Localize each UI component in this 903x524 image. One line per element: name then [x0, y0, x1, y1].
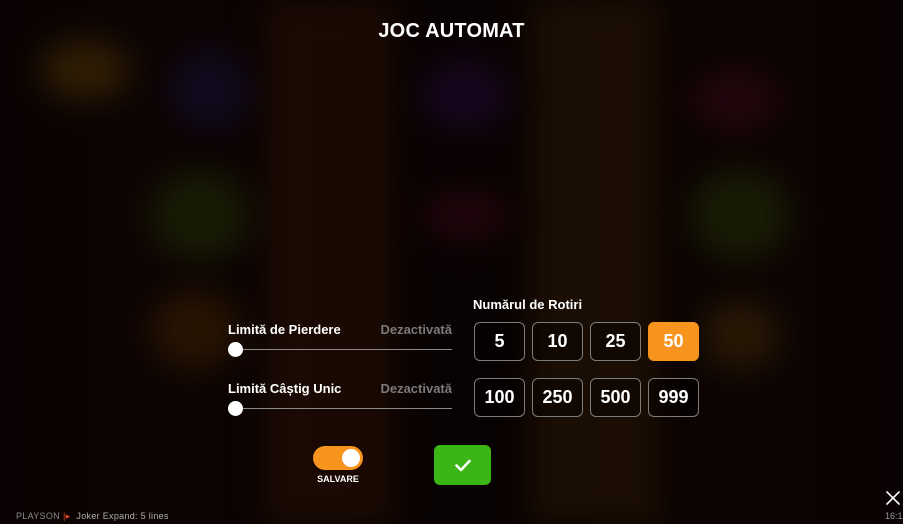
win-limit-state: Dezactivată: [380, 381, 452, 396]
spin-option-250[interactable]: 250: [532, 378, 583, 417]
save-toggle[interactable]: [313, 446, 363, 470]
win-limit-slider-track[interactable]: [234, 408, 452, 409]
page-title: JOC AUTOMAT: [378, 20, 525, 42]
spins-title: Numărul de Rotiri: [473, 297, 583, 312]
brand-logo: PLAYSON: [16, 511, 60, 521]
confirm-button[interactable]: [434, 445, 491, 485]
spin-option-500[interactable]: 500: [590, 378, 641, 417]
loss-limit-slider-handle[interactable]: [228, 342, 243, 357]
brand-separator-icon: |▸: [62, 511, 71, 521]
spin-option-10[interactable]: 10: [532, 322, 583, 361]
save-toggle-knob: [342, 449, 360, 467]
spin-option-999[interactable]: 999: [648, 378, 699, 417]
footer-info: PLAYSON |▸ Joker Expand: 5 lines: [16, 511, 169, 522]
loss-limit-slider-track[interactable]: [234, 349, 452, 350]
game-name: Joker Expand: 5 lines: [76, 511, 169, 521]
win-limit-label: Limită Câștig Unic: [228, 381, 342, 396]
loss-limit-state: Dezactivată: [380, 322, 452, 337]
clock: 16:1: [885, 511, 903, 521]
spin-option-100[interactable]: 100: [474, 378, 525, 417]
spin-option-50[interactable]: 50: [648, 322, 699, 361]
win-limit-slider-handle[interactable]: [228, 401, 243, 416]
spin-option-25[interactable]: 25: [590, 322, 641, 361]
close-icon[interactable]: [885, 490, 901, 506]
save-toggle-label: SALVARE: [317, 474, 359, 484]
loss-limit-label: Limită de Pierdere: [228, 322, 341, 337]
spin-option-5[interactable]: 5: [474, 322, 525, 361]
checkmark-icon: [454, 459, 471, 471]
